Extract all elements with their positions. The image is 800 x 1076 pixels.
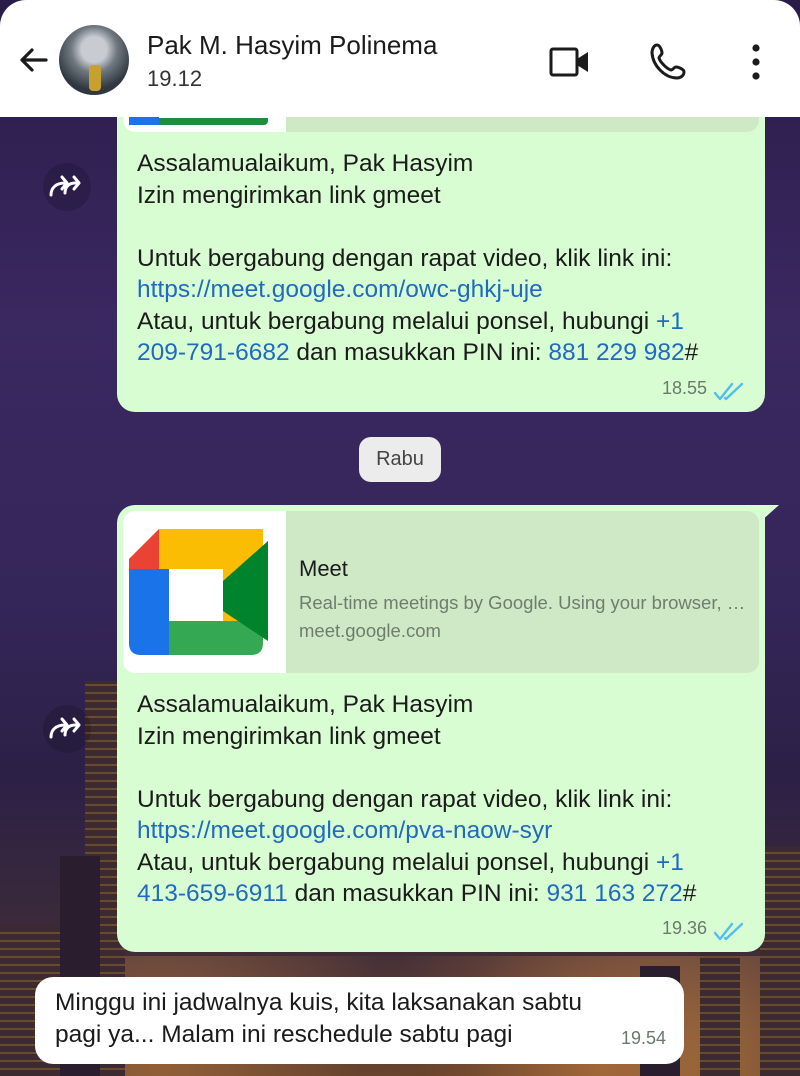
message-time: 19.54 <box>620 1027 666 1048</box>
pin-suffix: # <box>684 339 699 366</box>
contact-name[interactable]: Pak M. Hasyim Polinema <box>147 30 437 61</box>
pin-suffix: # <box>682 880 697 907</box>
more-vert-icon[interactable] <box>734 40 778 84</box>
phone-number[interactable]: 209-791-6682 <box>137 339 290 366</box>
outgoing-message[interactable]: Assalamualaikum, Pak Hasyim Izin mengiri… <box>117 90 765 412</box>
meet-link[interactable]: https://meet.google.com/pva-naow-syr <box>137 815 757 847</box>
chat-header: Pak M. Hasyim Polinema 19.12 <box>0 0 800 117</box>
incoming-message[interactable]: Minggu ini jadwalnya kuis, kita laksanak… <box>35 977 684 1064</box>
forward-icon <box>49 175 81 197</box>
double-check-icon <box>713 382 744 401</box>
phone-number[interactable]: 413-659-6911 <box>137 880 288 907</box>
google-meet-logo <box>123 511 286 673</box>
message-phone-text: Atau, untuk bergabung melalui ponsel, hu… <box>137 848 650 876</box>
message-intro: Izin mengirimkan link gmeet <box>137 181 441 209</box>
preview-domain: meet.google.com <box>299 620 441 641</box>
last-seen: 19.12 <box>147 66 203 91</box>
forward-button[interactable] <box>43 163 91 211</box>
message-time: 19.36 <box>661 917 707 938</box>
day-divider: Rabu <box>359 437 441 482</box>
forward-icon <box>49 717 81 739</box>
message-time: 18.55 <box>661 377 707 398</box>
message-join-text: Untuk bergabung dengan rapat video, klik… <box>137 785 673 813</box>
message-line-2: pagi ya... Malam ini reschedule sabtu pa… <box>55 1020 513 1048</box>
link-preview[interactable]: Meet Real-time meetings by Google. Using… <box>123 511 759 673</box>
preview-description: Real-time meetings by Google. Using your… <box>299 592 749 613</box>
outgoing-message[interactable]: Meet Real-time meetings by Google. Using… <box>117 505 779 952</box>
preview-title: Meet <box>299 556 348 581</box>
phone-country-code[interactable]: +1 <box>656 849 684 876</box>
pin-number[interactable]: 881 229 982 <box>548 339 684 366</box>
message-line-1: Minggu ini jadwalnya kuis, kita laksanak… <box>55 989 583 1016</box>
message-greeting: Assalamualaikum, Pak Hasyim <box>137 150 474 177</box>
message-join-text: Untuk bergabung dengan rapat video, klik… <box>137 244 673 272</box>
back-arrow-icon[interactable] <box>14 40 54 80</box>
message-intro: Izin mengirimkan link gmeet <box>137 722 441 750</box>
forward-button[interactable] <box>43 705 91 753</box>
message-pin-text: dan masukkan PIN ini: <box>294 880 540 907</box>
pin-number[interactable]: 931 163 272 <box>547 880 683 907</box>
message-greeting: Assalamualaikum, Pak Hasyim <box>137 691 474 718</box>
bubble-tail <box>759 505 779 523</box>
message-pin-text: dan masukkan PIN ini: <box>296 339 542 366</box>
video-call-icon[interactable] <box>548 40 592 84</box>
double-check-icon <box>713 922 744 941</box>
phone-icon[interactable] <box>647 40 691 84</box>
message-phone-text: Atau, untuk bergabung melalui ponsel, hu… <box>137 307 650 335</box>
avatar[interactable] <box>59 25 129 95</box>
meet-link[interactable]: https://meet.google.com/owc-ghkj-uje <box>137 274 757 306</box>
phone-country-code[interactable]: +1 <box>656 308 684 335</box>
